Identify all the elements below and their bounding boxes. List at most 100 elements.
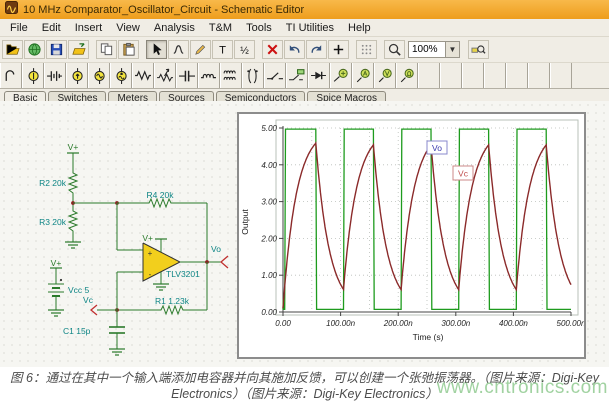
opamp-inverting-label: - xyxy=(149,270,152,279)
jumper-icon xyxy=(2,67,19,84)
resistor-r4-label: R4 20k xyxy=(147,190,175,200)
schematic-editor-window: 10 MHz Comparator_Oscillator_Circuit - S… xyxy=(0,0,609,367)
jumper-tool[interactable] xyxy=(0,63,22,88)
undo-button[interactable] xyxy=(284,40,305,59)
oscillator-schematic[interactable]: V+ R2 20k R3 20k R4 20k V+ + - TLV3201 V… xyxy=(30,135,240,366)
menu-view[interactable]: View xyxy=(109,21,147,35)
potentiometer-tool[interactable] xyxy=(154,63,176,88)
svg-text:0.00: 0.00 xyxy=(261,308,277,317)
transformer-icon xyxy=(244,67,261,84)
menu-insert[interactable]: Insert xyxy=(68,21,110,35)
schematic-canvas[interactable]: V+ R2 20k R3 20k R4 20k V+ + - TLV3201 V… xyxy=(0,101,609,367)
zoom-level-select[interactable]: 100%▼ xyxy=(408,41,460,58)
ohmmeter-tool[interactable] xyxy=(396,63,418,88)
menu-analysis[interactable]: Analysis xyxy=(147,21,202,35)
vplus-battery-label: V+ xyxy=(51,258,62,268)
find-component-icon xyxy=(471,42,486,57)
menu-t-m[interactable]: T&M xyxy=(202,21,239,35)
menu-help[interactable]: Help xyxy=(341,21,378,35)
capacitor-tool[interactable] xyxy=(176,63,198,88)
voltage-generator-tool[interactable] xyxy=(88,63,110,88)
current-generator-tool[interactable] xyxy=(110,63,132,88)
voltage-pin-tool[interactable] xyxy=(330,63,352,88)
empty-tool-cell xyxy=(528,63,550,88)
text-tool-button[interactable]: T xyxy=(212,40,233,59)
export-button[interactable] xyxy=(68,40,89,59)
legend-vc: Vc xyxy=(453,166,473,180)
save-icon xyxy=(49,42,64,57)
copy-button[interactable] xyxy=(96,40,117,59)
open-file-button[interactable] xyxy=(2,40,23,59)
battery-icon xyxy=(46,67,63,84)
menu-edit[interactable]: Edit xyxy=(35,21,68,35)
grid-toggle-button[interactable] xyxy=(356,40,377,59)
schematic-geometry xyxy=(48,153,228,355)
select-tool-icon xyxy=(149,42,164,57)
voltage-pin-icon xyxy=(332,67,349,84)
undo-icon xyxy=(287,42,302,57)
inductor-icon xyxy=(200,67,217,84)
redo-button[interactable] xyxy=(306,40,327,59)
opamp-noninverting-label: + xyxy=(148,249,153,258)
switch-tool[interactable] xyxy=(264,63,286,88)
menu-ti-utilities[interactable]: TI Utilities xyxy=(279,21,341,35)
resistor-icon xyxy=(134,67,151,84)
equation-tool-button[interactable]: ½ xyxy=(234,40,255,59)
vplus-supply-label: V+ xyxy=(142,233,153,243)
empty-tool-cell xyxy=(418,63,440,88)
svg-text:4.00: 4.00 xyxy=(261,161,277,170)
menu-file[interactable]: File xyxy=(3,21,35,35)
coupled-inductors-tool[interactable] xyxy=(220,63,242,88)
resistor-r3-label: R3 20k xyxy=(39,217,67,227)
title-bar[interactable]: 10 MHz Comparator_Oscillator_Circuit - S… xyxy=(0,0,609,19)
find-component-button[interactable] xyxy=(468,40,489,59)
inductor-tool[interactable] xyxy=(198,63,220,88)
zoom-tool-button[interactable] xyxy=(384,40,405,59)
relay-tool[interactable] xyxy=(286,63,308,88)
add-component-button[interactable] xyxy=(328,40,349,59)
page: 10 MHz Comparator_Oscillator_Circuit - S… xyxy=(0,0,609,407)
voltage-source-icon xyxy=(24,67,41,84)
resistor-r2-label: R2 20k xyxy=(39,178,67,188)
select-tool-button[interactable] xyxy=(146,40,167,59)
resistor-tool[interactable] xyxy=(132,63,154,88)
ohmmeter-icon xyxy=(398,67,415,84)
voltage-generator-icon xyxy=(90,67,107,84)
waveform-diagram-window: 0.001.002.003.004.005.000.00100.00n200.0… xyxy=(237,112,586,359)
battery-tool[interactable] xyxy=(44,63,66,88)
coupled-inductors-icon xyxy=(222,67,239,84)
voltmeter-icon xyxy=(376,67,393,84)
relay-icon xyxy=(288,67,305,84)
zoom-level-value: 100% xyxy=(409,44,445,55)
current-source-tool[interactable] xyxy=(66,63,88,88)
chevron-down-icon[interactable]: ▼ xyxy=(445,42,459,57)
legend-vc-label: Vc xyxy=(458,169,469,179)
vo-port-label: Vo xyxy=(211,244,221,254)
ammeter-tool[interactable] xyxy=(352,63,374,88)
transformer-tool[interactable] xyxy=(242,63,264,88)
ammeter-icon xyxy=(354,67,371,84)
pencil-tool-button[interactable] xyxy=(190,40,211,59)
menu-tools[interactable]: Tools xyxy=(239,21,279,35)
vplus-divider-label: V+ xyxy=(68,142,79,152)
voltmeter-tool[interactable] xyxy=(374,63,396,88)
delete-button[interactable] xyxy=(262,40,283,59)
svg-text:2.00: 2.00 xyxy=(260,234,277,243)
caption-line1: 图 6：通过在其中一个输入端添加电容器并向其施加反馈，可以创建一个张弛振荡器。（… xyxy=(0,370,609,386)
paste-button[interactable] xyxy=(118,40,139,59)
svg-text:3.00: 3.00 xyxy=(261,198,277,207)
main-toolbar: T½ 100%▼ xyxy=(0,37,609,63)
svg-text:400.00n: 400.00n xyxy=(499,319,528,328)
voltage-source-tool[interactable] xyxy=(22,63,44,88)
grid-toggle-icon xyxy=(359,42,374,57)
diode-tool[interactable] xyxy=(308,63,330,88)
open-web-button[interactable] xyxy=(24,40,45,59)
add-component-icon xyxy=(331,42,346,57)
app-icon[interactable] xyxy=(5,1,18,19)
save-button[interactable] xyxy=(46,40,67,59)
svg-text:T: T xyxy=(219,45,226,57)
wire-tool-button[interactable] xyxy=(168,40,189,59)
open-file-icon xyxy=(5,42,20,57)
svg-text:5.00: 5.00 xyxy=(261,124,277,133)
svg-text:0.00: 0.00 xyxy=(275,319,291,328)
